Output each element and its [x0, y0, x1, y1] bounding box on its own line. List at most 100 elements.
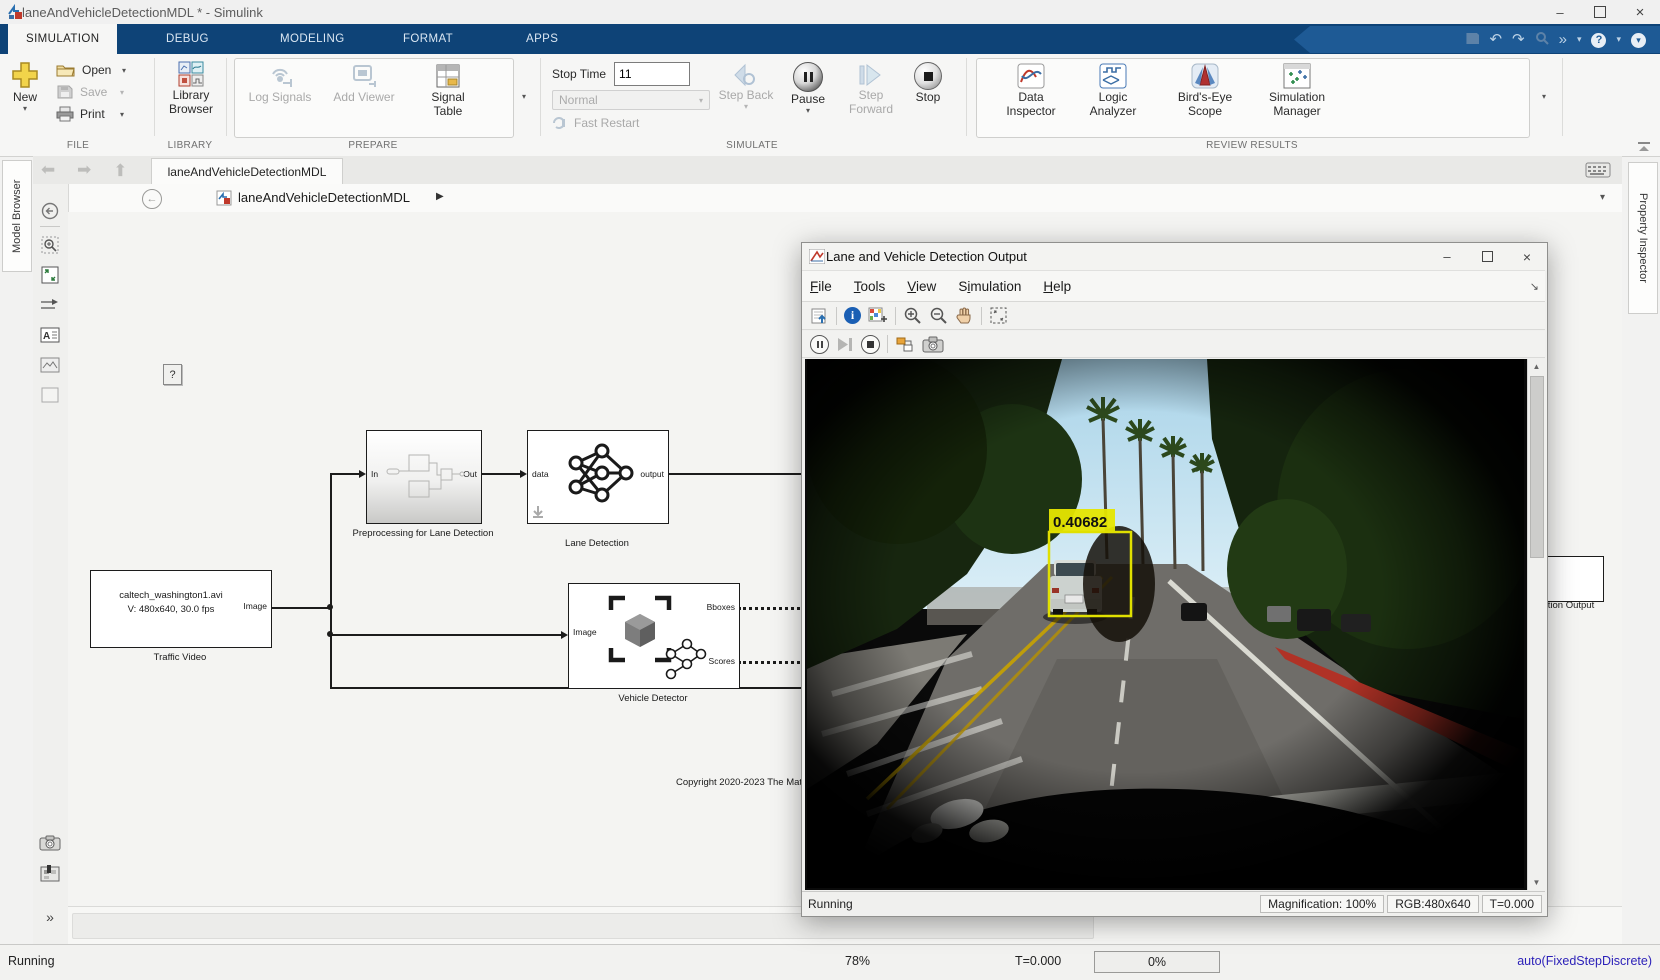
minimize-icon[interactable]: –: [1540, 0, 1580, 24]
viewer-step-icon[interactable]: [836, 336, 854, 353]
help-annotation[interactable]: ?: [163, 364, 182, 385]
print-caret-icon[interactable]: ▾: [120, 110, 124, 119]
library-browser-button[interactable]: Library Browser: [160, 60, 222, 117]
menu-simulation[interactable]: Simulation: [958, 279, 1021, 294]
open-button[interactable]: Open ▾: [56, 62, 126, 78]
viewer-snapshot-icon[interactable]: [922, 336, 944, 353]
scrollbar-thumb[interactable]: [1530, 376, 1544, 558]
area-box-icon[interactable]: [39, 384, 61, 406]
step-forward-button[interactable]: Step Forward: [842, 62, 900, 117]
redo-icon[interactable]: ↷: [1512, 32, 1525, 47]
highlight-in-model-icon[interactable]: [895, 335, 915, 353]
add-viewer-button[interactable]: Add Viewer: [332, 62, 396, 104]
menu-view[interactable]: View: [907, 279, 936, 294]
viewer-title-bar[interactable]: Lane and Vehicle Detection Output – ×: [802, 243, 1547, 270]
screenshot-icon[interactable]: [39, 832, 61, 854]
tab-format[interactable]: FORMAT: [385, 24, 471, 54]
simulation-manager-button[interactable]: Simulation Manager: [1258, 62, 1336, 119]
open-caret-icon[interactable]: ▾: [122, 66, 126, 75]
nav-forward-icon[interactable]: ⬅︎: [77, 160, 91, 180]
expand-palette-icon[interactable]: »: [39, 906, 61, 928]
annotations-icon[interactable]: »: [1559, 32, 1567, 47]
sim-mode-select[interactable]: Normal ▾: [552, 90, 710, 110]
fast-restart-button[interactable]: Fast Restart: [552, 116, 639, 130]
property-inspector-tab[interactable]: Property Inspector: [1628, 162, 1658, 314]
subsystem-badge-icon[interactable]: [39, 862, 61, 884]
tab-simulation[interactable]: SIMULATION: [8, 24, 118, 54]
search-icon[interactable]: [1535, 31, 1549, 48]
new-caret-icon[interactable]: ▾: [23, 104, 27, 113]
prepare-more-icon[interactable]: ▾: [516, 88, 532, 104]
section-library: LIBRARY: [167, 140, 213, 151]
logic-analyzer-button[interactable]: Logic Analyzer: [1080, 62, 1146, 119]
pan-icon[interactable]: [955, 306, 974, 325]
preprocessing-block[interactable]: In Out: [366, 430, 482, 524]
tab-apps[interactable]: APPS: [508, 24, 576, 54]
menu-help[interactable]: Help: [1043, 279, 1071, 294]
viewer-scrollbar[interactable]: ▲ ▼: [1527, 359, 1545, 890]
signal-table-button[interactable]: Signal Table: [416, 62, 480, 119]
breadcrumb-back-icon[interactable]: ←: [142, 189, 162, 209]
viewer-maximize-icon[interactable]: [1467, 245, 1507, 269]
tab-debug[interactable]: DEBUG: [148, 24, 227, 54]
nav-up-icon[interactable]: ⬅︎: [110, 163, 130, 177]
save-caret-icon[interactable]: ▾: [120, 88, 124, 97]
breadcrumb[interactable]: laneAndVehicleDetectionMDL: [238, 190, 410, 205]
export-frame-icon[interactable]: [810, 306, 829, 325]
vehicle-detector-block[interactable]: Image Bboxes Scores: [568, 583, 740, 689]
annotations-caret-icon[interactable]: ▾: [1577, 34, 1582, 45]
pause-button[interactable]: Pause ▾: [782, 62, 834, 115]
maximize-icon[interactable]: [1580, 0, 1620, 24]
nav-back-icon[interactable]: ⬅︎: [41, 160, 55, 180]
print-button[interactable]: Print ▾: [56, 106, 126, 122]
breadcrumb-dropdown-icon[interactable]: ▾: [1600, 192, 1605, 203]
tab-modeling[interactable]: MODELING: [262, 24, 363, 54]
review-more-icon[interactable]: ▾: [1536, 88, 1552, 104]
hide-browser-icon[interactable]: [39, 200, 61, 222]
zoom-tool-icon[interactable]: [39, 234, 61, 256]
stop-button[interactable]: Stop: [906, 62, 950, 104]
viewer-pause-icon[interactable]: [810, 334, 829, 354]
undo-icon[interactable]: ↶: [1489, 32, 1502, 47]
scroll-down-icon[interactable]: ▼: [1528, 875, 1545, 890]
keyboard-icon[interactable]: [1585, 162, 1611, 178]
video-info-icon[interactable]: i: [844, 307, 861, 324]
lane-detection-block[interactable]: data output: [527, 430, 669, 524]
birds-eye-scope-button[interactable]: Bird's-Eye Scope: [1168, 62, 1242, 119]
log-signals-button[interactable]: Log Signals: [248, 62, 312, 104]
help-icon[interactable]: ?: [1591, 31, 1607, 48]
step-back-caret-icon[interactable]: ▾: [744, 102, 748, 111]
viewer-close-icon[interactable]: ×: [1507, 245, 1547, 269]
dock-icon[interactable]: ↘: [1530, 280, 1539, 293]
menu-file[interactable]: File: [810, 279, 832, 294]
annotation-icon[interactable]: A: [39, 324, 61, 346]
pause-caret-icon[interactable]: ▾: [806, 106, 810, 115]
step-back-button[interactable]: Step Back ▾: [718, 62, 774, 111]
pixel-region-icon[interactable]: [868, 306, 888, 325]
viewer-stop-icon[interactable]: [861, 334, 880, 354]
scroll-up-icon[interactable]: ▲: [1528, 359, 1545, 374]
help-caret-icon[interactable]: ▾: [1616, 34, 1621, 45]
quick-save-icon[interactable]: [1466, 32, 1480, 47]
new-button[interactable]: New ▾: [10, 60, 40, 113]
image-annotation-icon[interactable]: [39, 354, 61, 376]
fit-to-view-icon[interactable]: [39, 264, 61, 286]
collapse-ribbon-icon[interactable]: [1634, 140, 1654, 154]
close-icon[interactable]: ×: [1620, 0, 1660, 24]
maximize-video-icon[interactable]: [989, 306, 1008, 325]
zoom-out-icon[interactable]: [929, 306, 948, 325]
viewer-minimize-icon[interactable]: –: [1427, 245, 1467, 269]
model-tab[interactable]: laneAndVehicleDetectionMDL: [151, 158, 343, 185]
traffic-video-block[interactable]: caltech_washington1.avi V: 480x640, 30.0…: [90, 570, 272, 648]
solver-info[interactable]: auto(FixedStepDiscrete): [1517, 954, 1652, 968]
ribbon-options-icon[interactable]: ▾: [1631, 31, 1646, 48]
signal-routing-icon[interactable]: [39, 294, 61, 316]
save-button[interactable]: Save ▾: [56, 84, 126, 100]
model-browser-tab[interactable]: Model Browser: [2, 160, 32, 272]
zoom-in-icon[interactable]: [903, 306, 922, 325]
sim-time: T=0.000: [1015, 954, 1062, 968]
data-inspector-button[interactable]: Data Inspector: [996, 62, 1066, 119]
breadcrumb-expand-icon[interactable]: ▶: [436, 191, 444, 202]
stop-time-input[interactable]: [614, 62, 691, 86]
menu-tools[interactable]: Tools: [854, 279, 886, 294]
